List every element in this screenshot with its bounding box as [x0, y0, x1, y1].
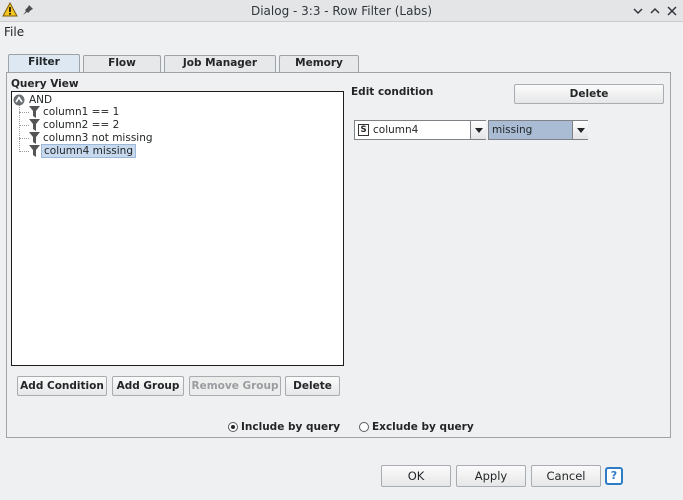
- add-group-button[interactable]: Add Group: [112, 376, 184, 396]
- title-bar: Dialog - 3:3 - Row Filter (Labs): [0, 0, 683, 22]
- filter-icon: [29, 119, 40, 131]
- tab-filter-criteria[interactable]: Filter Criteria: [8, 54, 80, 83]
- delete-node-button[interactable]: Delete: [285, 376, 340, 396]
- edit-condition-label: Edit condition: [351, 86, 434, 98]
- query-tree[interactable]: AND column1 == 1 column2 == 2 column3 no…: [11, 91, 344, 366]
- menu-file[interactable]: File: [4, 25, 24, 39]
- filter-icon: [29, 106, 40, 118]
- tree-root-label: AND: [29, 94, 53, 106]
- condition-label: column1 == 1: [43, 106, 120, 118]
- column-select-value: column4: [373, 124, 419, 136]
- filter-icon: [29, 132, 40, 144]
- include-by-query-radio[interactable]: [228, 422, 238, 432]
- tab-flow-variables[interactable]: Flow Variables: [83, 55, 161, 84]
- condition-label: column2 == 2: [43, 119, 120, 131]
- menu-bar: File: [0, 22, 683, 44]
- tree-connector: [19, 151, 29, 152]
- apply-button[interactable]: Apply: [456, 465, 526, 487]
- cancel-button[interactable]: Cancel: [531, 465, 601, 487]
- column-select[interactable]: S column4: [354, 120, 486, 140]
- condition-label: column4 missing: [41, 144, 136, 158]
- string-type-icon: S: [358, 124, 369, 136]
- chevron-down-icon[interactable]: [630, 3, 646, 19]
- tab-memory-policy[interactable]: Memory Policy: [279, 55, 359, 84]
- tab-job-manager-selection[interactable]: Job Manager Selection: [164, 55, 276, 84]
- operator-dropdown-button[interactable]: [572, 121, 588, 139]
- chevron-up-icon[interactable]: [647, 3, 663, 19]
- window-title: Dialog - 3:3 - Row Filter (Labs): [250, 4, 433, 18]
- tree-condition-4[interactable]: column4 missing: [29, 144, 136, 158]
- exclude-by-query-label[interactable]: Exclude by query: [372, 421, 474, 433]
- add-condition-button[interactable]: Add Condition: [17, 376, 107, 396]
- delete-condition-button[interactable]: Delete: [514, 84, 664, 104]
- filter-icon: [29, 145, 40, 157]
- condition-label: column3 not missing: [43, 132, 153, 144]
- remove-group-button[interactable]: Remove Group: [189, 376, 281, 396]
- tree-connector: [19, 138, 29, 139]
- column-dropdown-button[interactable]: [470, 121, 486, 139]
- help-icon[interactable]: ?: [605, 467, 623, 485]
- query-view-label: Query View: [11, 78, 79, 90]
- tree-connector: [19, 112, 29, 113]
- close-icon[interactable]: [664, 3, 680, 19]
- tree-condition-1[interactable]: column1 == 1: [29, 106, 121, 119]
- exclude-by-query-radio[interactable]: [359, 422, 369, 432]
- include-by-query-label[interactable]: Include by query: [241, 421, 340, 433]
- chevron-down-icon: [577, 128, 585, 133]
- ok-button[interactable]: OK: [381, 465, 451, 487]
- and-group-icon: [13, 94, 25, 106]
- operator-select-value: missing: [492, 124, 533, 136]
- tree-connector: [19, 125, 29, 126]
- chevron-down-icon: [475, 128, 483, 133]
- tree-condition-2[interactable]: column2 == 2: [29, 119, 121, 132]
